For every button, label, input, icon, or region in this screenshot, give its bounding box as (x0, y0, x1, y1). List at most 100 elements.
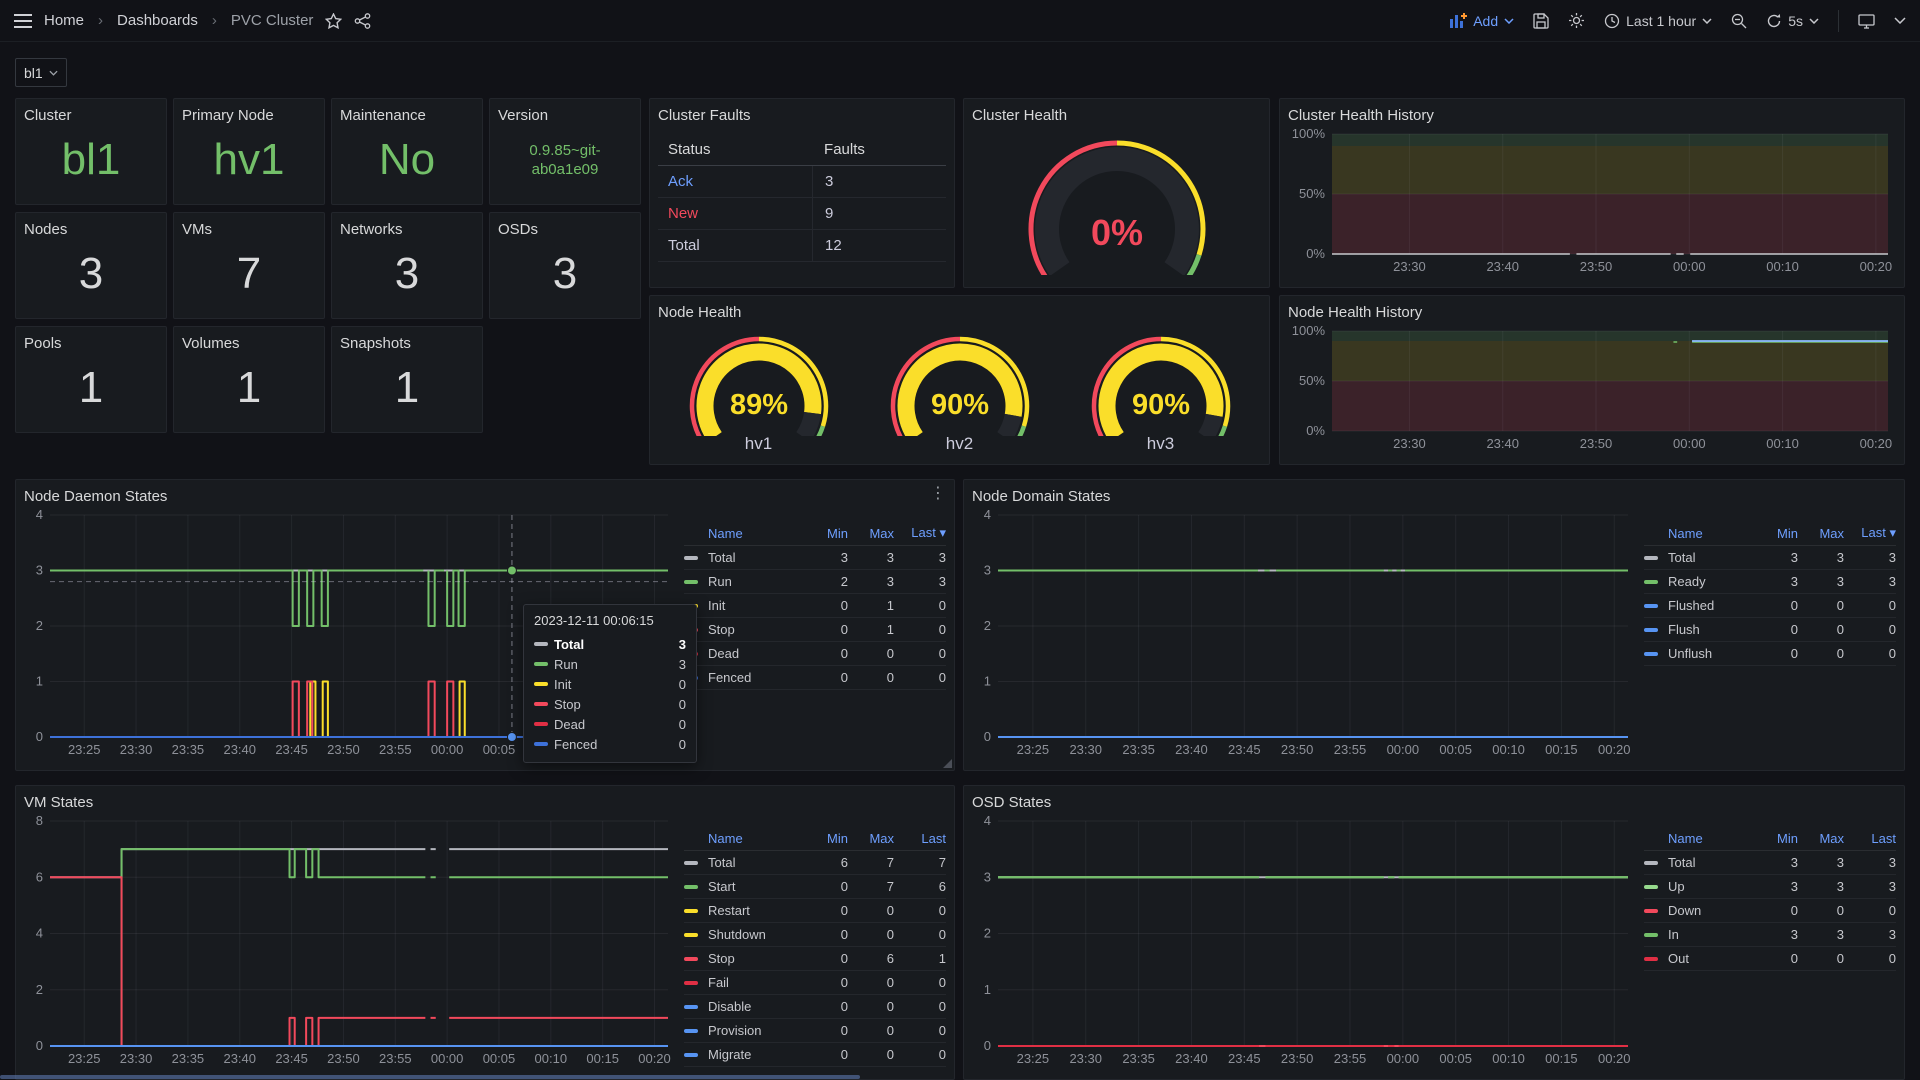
panel-title[interactable]: Primary Node (182, 107, 316, 124)
faults-col-status[interactable]: Status (658, 134, 812, 165)
legend-series-name[interactable]: Ready (1668, 574, 1752, 589)
panel-title[interactable]: Nodes (24, 221, 158, 238)
legend-series-name[interactable]: Unflush (1668, 646, 1752, 661)
panel-title[interactable]: Node Health History (1288, 304, 1896, 321)
legend-series-name[interactable]: In (1668, 927, 1752, 942)
refresh-icon[interactable]: 5s (1766, 13, 1819, 29)
faults-new-label[interactable]: New (658, 198, 812, 229)
legend-series-name[interactable]: Total (708, 550, 802, 565)
zoom-out-icon[interactable] (1731, 13, 1747, 29)
legend-col-header[interactable]: Max (1798, 831, 1844, 846)
panel-title[interactable]: Pools (24, 335, 158, 352)
panel-title[interactable]: Node Health (658, 304, 1261, 321)
legend-value: 3 (1752, 550, 1798, 565)
legend-series-name[interactable]: Provision (708, 1023, 802, 1038)
panel-title[interactable]: Networks (340, 221, 474, 238)
legend-series-name[interactable]: Shutdown (708, 927, 802, 942)
legend-series-name[interactable]: Up (1668, 879, 1752, 894)
navbar-chevron-down-icon[interactable] (1894, 17, 1906, 24)
panel-title[interactable]: Node Daemon States (24, 488, 946, 505)
horizontal-scrollbar[interactable] (0, 1075, 860, 1079)
legend-series-name[interactable]: Stop (708, 951, 802, 966)
panel-title[interactable]: VMs (182, 221, 316, 238)
legend-value: 0 (1752, 903, 1798, 918)
legend-series-name[interactable]: Total (708, 855, 802, 870)
legend-col-header[interactable]: Max (848, 526, 894, 541)
panel-title[interactable]: Node Domain States (972, 488, 1896, 505)
time-range-picker[interactable]: Last 1 hour (1604, 13, 1712, 29)
legend-series-name[interactable]: Total (1668, 550, 1752, 565)
legend-col-header[interactable]: Last ▾ (1844, 525, 1896, 541)
legend-series-name[interactable]: Down (1668, 903, 1752, 918)
legend-col-header[interactable]: Min (802, 526, 848, 541)
tv-mode-icon[interactable] (1858, 13, 1875, 29)
legend-series-name[interactable]: Flush (1668, 622, 1752, 637)
legend-col-header[interactable]: Name (708, 526, 802, 541)
legend-series-name[interactable]: Run (708, 574, 802, 589)
svg-text:00:00: 00:00 (1387, 742, 1420, 757)
legend-col-header[interactable]: Max (848, 831, 894, 846)
legend-col-header[interactable]: Last ▾ (894, 525, 946, 541)
panel-resize-handle[interactable] (943, 759, 952, 768)
legend-series-name[interactable]: Disable (708, 999, 802, 1014)
legend-value: 0 (894, 646, 946, 661)
time-range-label: Last 1 hour (1626, 13, 1696, 29)
legend-col-header[interactable]: Name (1668, 526, 1752, 541)
panel-title[interactable]: Snapshots (340, 335, 474, 352)
legend-col-header[interactable]: Name (1668, 831, 1752, 846)
add-panel-button[interactable]: Add (1450, 13, 1514, 29)
panel-title[interactable]: OSDs (498, 221, 632, 238)
breadcrumb-home[interactable]: Home (44, 12, 84, 29)
breadcrumb-dashboards[interactable]: Dashboards (117, 12, 198, 29)
panel-title[interactable]: Cluster Faults (658, 107, 946, 124)
dashboard-settings-icon[interactable] (1568, 12, 1585, 29)
panel-title[interactable]: Version (498, 107, 632, 124)
legend-series-name[interactable]: Fail (708, 975, 802, 990)
legend-col-header[interactable]: Max (1798, 526, 1844, 541)
clock-icon (1604, 13, 1620, 29)
series-color-swatch (684, 1029, 698, 1033)
legend-value: 7 (894, 855, 946, 870)
legend-series-name[interactable]: Restart (708, 903, 802, 918)
svg-text:2: 2 (984, 926, 991, 941)
tooltip-series-value: 0 (679, 697, 686, 712)
chevron-down-icon (1504, 18, 1514, 24)
legend-col-header[interactable]: Name (708, 831, 802, 846)
legend-series-name[interactable]: Total (1668, 855, 1752, 870)
legend-col-header[interactable]: Min (1752, 831, 1798, 846)
legend-col-header[interactable]: Last (1844, 831, 1896, 846)
legend-series-name[interactable]: Migrate (708, 1047, 802, 1062)
panel-title[interactable]: Cluster Health History (1288, 107, 1896, 124)
legend-value: 0 (848, 975, 894, 990)
panel-title[interactable]: Cluster Health (972, 107, 1261, 124)
breadcrumb-current-dashboard[interactable]: PVC Cluster (231, 12, 314, 29)
legend-series-name[interactable]: Out (1668, 951, 1752, 966)
faults-col-faults[interactable]: Faults (812, 134, 946, 165)
legend-header: NameMinMaxLast ▾ (1644, 521, 1896, 546)
svg-text:4: 4 (36, 507, 43, 522)
legend-col-header[interactable]: Last (894, 831, 946, 846)
legend-series-name[interactable]: Flushed (1668, 598, 1752, 613)
legend-series-name[interactable]: Start (708, 879, 802, 894)
osd-states-chart: 23:2523:3023:3523:4023:4523:5023:5500:00… (972, 811, 1636, 1068)
save-dashboard-icon[interactable] (1533, 13, 1549, 29)
osd_states-svg: 23:2523:3023:3523:4023:4523:5023:5500:00… (972, 811, 1636, 1068)
panel-title[interactable]: OSD States (972, 794, 1896, 811)
faults-ack-label[interactable]: Ack (658, 166, 812, 197)
panel-title[interactable]: Maintenance (340, 107, 474, 124)
hamburger-menu-icon[interactable] (14, 14, 32, 28)
legend-series-name[interactable]: Fenced (708, 670, 802, 685)
svg-text:23:50: 23:50 (1281, 742, 1314, 757)
legend-series-name[interactable]: Dead (708, 646, 802, 661)
share-icon[interactable] (354, 13, 371, 29)
panel-title[interactable]: VM States (24, 794, 946, 811)
legend-series-name[interactable]: Init (708, 598, 802, 613)
panel-title[interactable]: Volumes (182, 335, 316, 352)
panel-title[interactable]: Cluster (24, 107, 158, 124)
legend-col-header[interactable]: Min (1752, 526, 1798, 541)
panel-menu-icon[interactable]: ⋮ (930, 485, 946, 501)
legend-series-name[interactable]: Stop (708, 622, 802, 637)
variable-dropdown-cluster[interactable]: bl1 (15, 58, 67, 87)
star-icon[interactable] (325, 13, 342, 29)
legend-col-header[interactable]: Min (802, 831, 848, 846)
